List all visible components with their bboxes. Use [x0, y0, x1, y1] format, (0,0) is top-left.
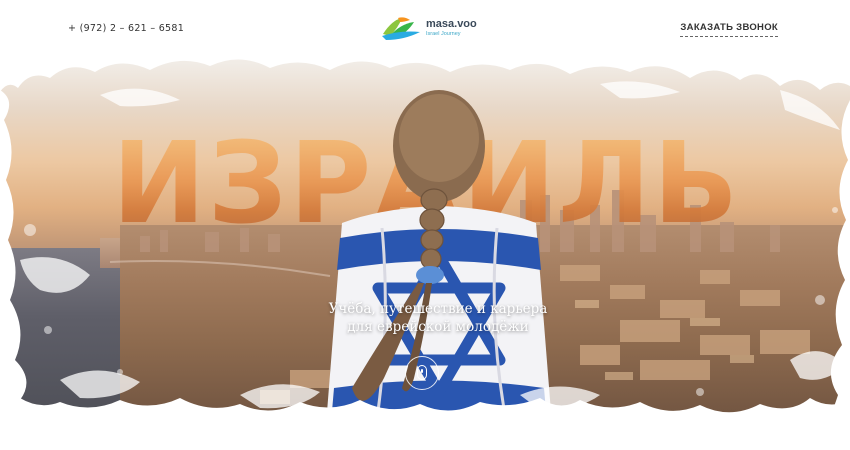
girl-with-flag-illustration	[324, 90, 554, 450]
hero-section: ИЗРАИЛЬ Учёба, путешествие и карьера для…	[0, 0, 850, 450]
hero-subtitle: Учёба, путешествие и карьера для еврейск…	[300, 300, 576, 336]
mouse-wheel-dot	[421, 369, 423, 373]
mouse-scroll-icon	[417, 365, 427, 380]
logo-name: masa.voo	[426, 17, 477, 30]
scroll-down-button[interactable]	[405, 356, 439, 390]
hero-subtitle-line1: Учёба, путешествие и карьера	[328, 301, 548, 317]
request-callback-link[interactable]: ЗАКАЗАТЬ ЗВОНОК	[680, 22, 778, 37]
hero-subtitle-line2: для еврейской молодёжи	[347, 319, 529, 335]
site-header: + (972) 2 – 621 – 6581 masa.voo Israel J…	[0, 0, 850, 60]
masa-leaf-logo-icon	[382, 17, 420, 40]
site-logo[interactable]: masa.voo Israel Journey	[380, 14, 477, 42]
phone-number[interactable]: + (972) 2 – 621 – 6581	[68, 23, 184, 34]
logo-subtitle: Israel Journey	[426, 30, 461, 37]
